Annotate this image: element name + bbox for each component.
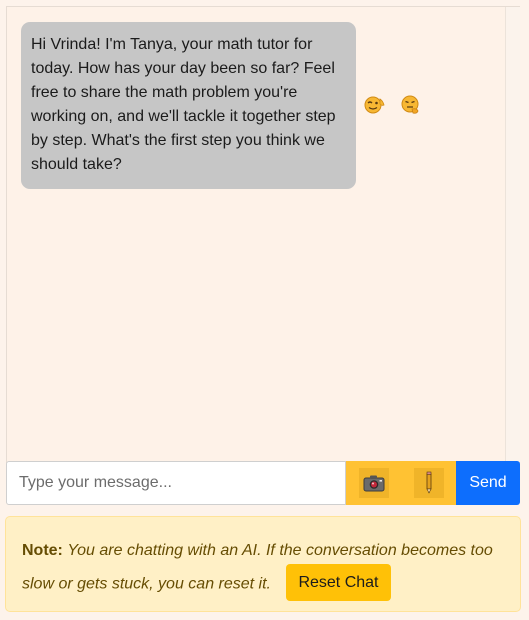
send-button[interactable]: Send [456, 461, 520, 505]
chat-scrollbar[interactable] [505, 7, 520, 462]
chat-window[interactable]: Hi Vrinda! I'm Tanya, your math tutor fo… [6, 6, 520, 463]
pencil-icon [413, 468, 444, 498]
pencil-button[interactable] [401, 461, 456, 505]
reset-chat-button[interactable]: Reset Chat [286, 564, 391, 601]
message-composer: Send [6, 461, 520, 505]
message-input[interactable] [6, 461, 346, 505]
note-label: Note: [22, 542, 63, 559]
camera-button[interactable] [346, 461, 401, 505]
note-text: You are chatting with an AI. If the conv… [22, 542, 493, 593]
wink-face-icon[interactable] [362, 95, 386, 115]
ai-disclaimer-note: Note: You are chatting with an AI. If th… [5, 516, 521, 612]
bot-message-text: Hi Vrinda! I'm Tanya, your math tutor fo… [31, 36, 336, 173]
bot-message-bubble: Hi Vrinda! I'm Tanya, your math tutor fo… [21, 22, 356, 189]
camera-icon [358, 468, 389, 498]
thinking-face-icon[interactable] [398, 95, 422, 115]
